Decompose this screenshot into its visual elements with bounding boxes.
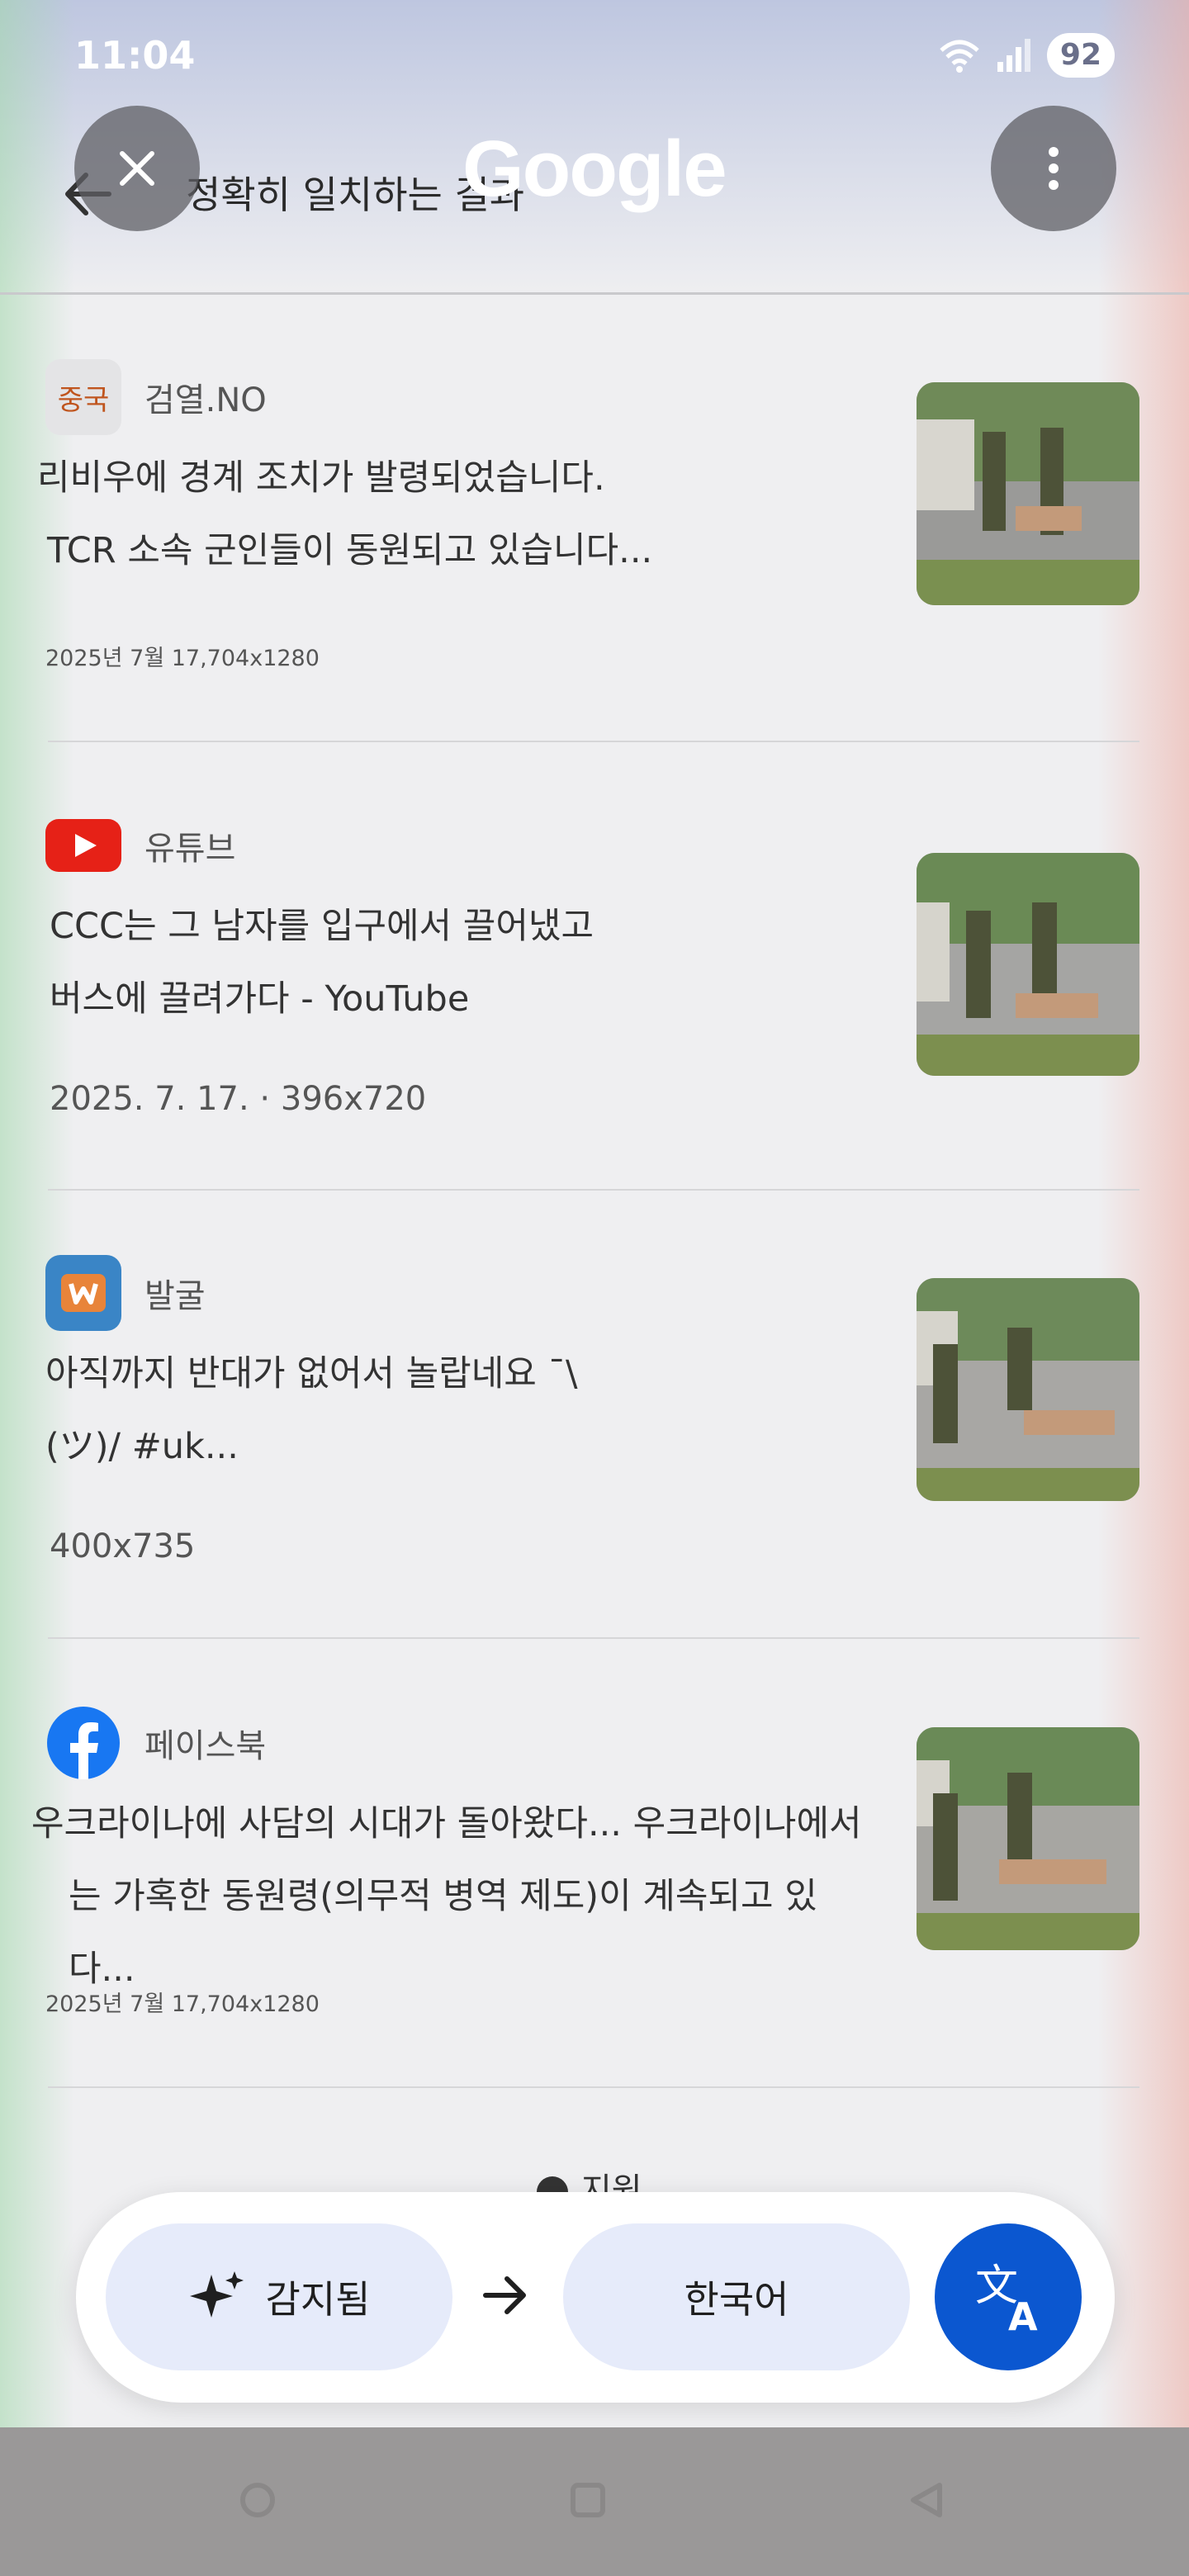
result-title: 우크라이나에 사담의 시대가 돌아왔다... 우크라이나에서 는 가혹한 동원령… [31, 1803, 862, 1990]
source-favicon-icon: 중국 [45, 359, 121, 435]
result-thumbnail[interactable] [917, 853, 1139, 1076]
translate-bar: 감지됨 한국어 文 A [76, 2192, 1115, 2403]
result-source: 페이스북 [45, 1705, 266, 1781]
result-item[interactable]: 유튜브 CCC는 그 남자를 입구에서 끌어냈고 버스에 끌려가다 - YouT… [0, 766, 1189, 1215]
result-source: 중국 검열.NO [45, 359, 267, 435]
recents-button[interactable] [568, 2480, 608, 2520]
result-title: 아직까지 반대가 없어서 놀랍네요 ¯\ (ツ)/ #uk... [45, 1353, 578, 1467]
svg-text:A: A [1008, 2294, 1038, 2337]
thumbnail-image [917, 1278, 1139, 1501]
more-options-button[interactable] [991, 106, 1116, 231]
result-title: CCC는 그 남자를 입구에서 끌어냈고 버스에 끌려가다 - YouTube [50, 906, 594, 1020]
google-logo: Google [462, 125, 727, 213]
result-thumbnail[interactable] [917, 382, 1139, 605]
sparkle-icon [189, 2271, 244, 2318]
close-button[interactable] [74, 106, 200, 231]
target-language-label: 한국어 [684, 2277, 789, 2322]
arrow-right-icon [481, 2271, 530, 2323]
result-meta: 2025년 7월 17,704x1280 [45, 646, 320, 671]
wifi-icon [940, 40, 979, 73]
divider [48, 741, 1139, 742]
target-language-button[interactable]: 한국어 [563, 2223, 910, 2370]
source-favicon-icon [45, 1255, 121, 1331]
source-language-label: 감지됨 [265, 2277, 371, 2322]
result-meta: 400x735 [50, 1527, 196, 1565]
result-item[interactable]: 페이스북 우크라이나에 사담의 시대가 돌아왔다... 우크라이나에서 는 가혹… [0, 1664, 1189, 2112]
source-language-button[interactable]: 감지됨 [106, 2223, 452, 2370]
result-item[interactable]: 중국 검열.NO 리비우에 경계 조치가 발령되었습니다. TCR 소속 군인들… [0, 318, 1189, 766]
result-title: 리비우에 경계 조치가 발령되었습니다. TCR 소속 군인들이 동원되고 있습… [37, 457, 653, 571]
source-name: 발굴 [144, 1277, 206, 1315]
system-nav-bar [0, 2427, 1189, 2576]
youtube-icon [45, 807, 121, 883]
source-name: 페이스북 [144, 1727, 267, 1765]
close-icon [120, 151, 154, 186]
divider [48, 1189, 1139, 1191]
header-divider [0, 292, 1189, 295]
circle-icon [240, 2483, 275, 2517]
result-source: 발굴 [45, 1255, 206, 1331]
thumbnail-image [917, 853, 1139, 1076]
back-nav-button[interactable] [907, 2480, 946, 2520]
triangle-back-icon [911, 2483, 942, 2517]
result-thumbnail[interactable] [917, 1727, 1139, 1950]
translate-icon: 文 A [975, 2261, 1038, 2337]
source-name: 유튜브 [144, 830, 236, 868]
result-meta: 2025. 7. 17. · 396x720 [50, 1080, 427, 1118]
divider [48, 1637, 1139, 1639]
thumbnail-image [917, 382, 1139, 605]
home-button[interactable] [238, 2480, 277, 2520]
divider [48, 2086, 1139, 2088]
signal-icon [997, 39, 1030, 72]
status-time: 11:04 [74, 33, 196, 78]
result-thumbnail[interactable] [917, 1278, 1139, 1501]
status-bar: 11:04 92 [0, 0, 1189, 107]
status-icons: 92 [938, 33, 1115, 78]
battery-badge: 92 [1046, 33, 1115, 78]
more-vert-icon [1049, 147, 1059, 190]
square-icon [571, 2483, 605, 2517]
thumbnail-image [917, 1727, 1139, 1950]
facebook-icon [45, 1705, 121, 1781]
translate-button[interactable]: 文 A [935, 2223, 1082, 2370]
result-item[interactable]: 발굴 아직까지 반대가 없어서 놀랍네요 ¯\ (ツ)/ #uk... 400x… [0, 1214, 1189, 1662]
result-meta: 2025년 7월 17,704x1280 [45, 1991, 320, 2017]
source-name: 검열.NO [144, 381, 267, 419]
result-source: 유튜브 [45, 807, 235, 883]
